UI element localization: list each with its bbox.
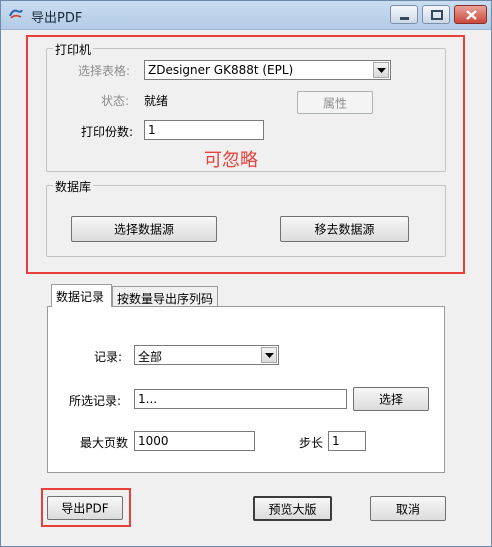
tab-export-serial[interactable]: 按数量导出序列码 <box>112 286 218 307</box>
step-input[interactable]: 1 <box>328 431 366 451</box>
preview-large-button[interactable]: 预览大版 <box>253 496 332 521</box>
minimize-button[interactable] <box>390 5 418 24</box>
selected-records-input[interactable]: 1... <box>134 389 347 409</box>
preview-large-button-label: 预览大版 <box>268 502 317 516</box>
tab-data-records[interactable]: 数据记录 <box>51 284 112 307</box>
step-label: 步长 <box>299 436 324 450</box>
export-pdf-window: 导出PDF 打印机 选择表格: ZDesigner GK888t (EPL) 状… <box>0 0 492 547</box>
app-logo-icon <box>9 8 23 20</box>
max-pages-value: 1000 <box>138 434 169 448</box>
export-annotation-frame <box>41 488 131 527</box>
tab-data-records-label: 数据记录 <box>56 290 105 304</box>
cancel-button[interactable]: 取消 <box>370 496 446 521</box>
window-title: 导出PDF <box>31 11 83 26</box>
record-select[interactable]: 全部 <box>134 345 279 365</box>
maximize-button[interactable] <box>422 5 450 24</box>
max-pages-input[interactable]: 1000 <box>134 431 255 451</box>
annotation-frame <box>26 35 465 274</box>
choose-button[interactable]: 选择 <box>353 387 429 411</box>
close-button[interactable] <box>454 5 487 24</box>
record-label: 记录: <box>94 350 123 364</box>
tab-export-serial-label: 按数量导出序列码 <box>117 292 214 306</box>
max-pages-label: 最大页数 <box>80 436 129 450</box>
record-select-value: 全部 <box>138 350 163 364</box>
chevron-down-icon[interactable] <box>261 347 277 363</box>
selected-records-label: 所选记录: <box>69 394 122 408</box>
title-bar: 导出PDF <box>1 1 491 30</box>
step-value: 1 <box>332 434 340 448</box>
cancel-button-label: 取消 <box>395 502 420 516</box>
choose-button-label: 选择 <box>378 392 403 407</box>
selected-records-value: 1... <box>138 392 158 406</box>
